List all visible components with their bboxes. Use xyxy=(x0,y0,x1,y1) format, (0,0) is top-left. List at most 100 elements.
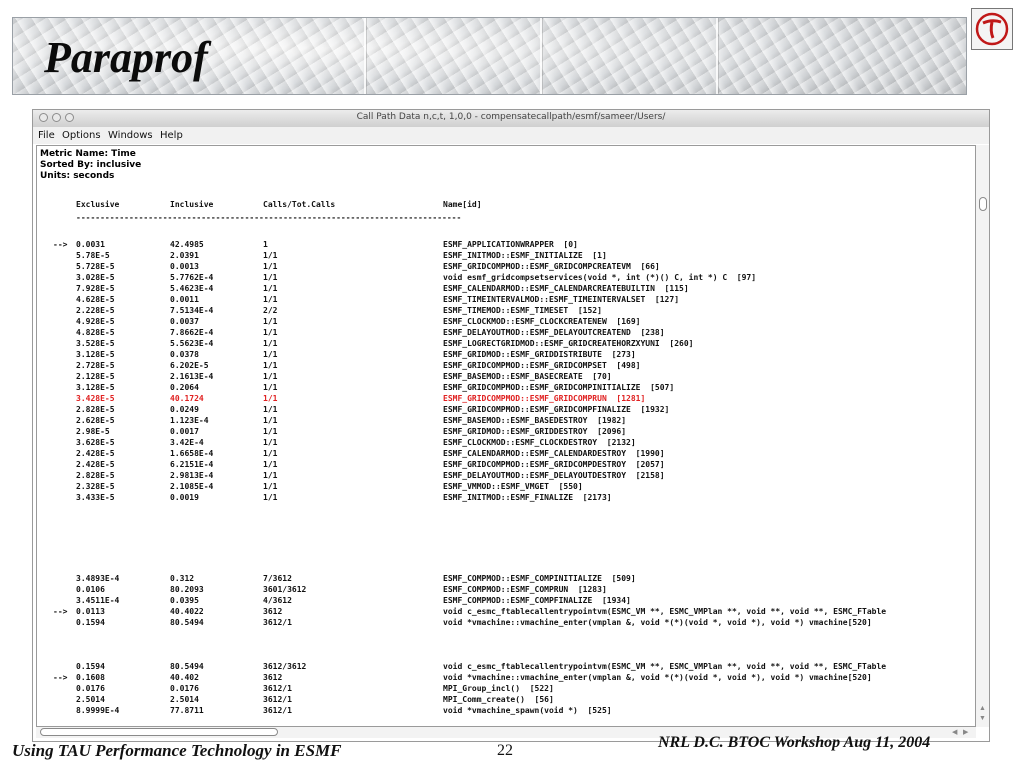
calls-cell: 1/1 xyxy=(263,273,278,282)
exclusive-cell: 0.0031 xyxy=(76,240,105,249)
inclusive-cell: 5.5623E-4 xyxy=(170,339,214,348)
inclusive-cell: 6.202E-5 xyxy=(170,361,209,370)
exclusive-cell: 2.328E-5 xyxy=(76,482,115,491)
exclusive-cell: 0.0176 xyxy=(76,684,105,693)
inclusive-cell: 2.1085E-4 xyxy=(170,482,214,491)
table-row[interactable]: 0.0106 80.2093 3601/3612 ESMF_COMPMOD::ESMF… xyxy=(37,584,973,595)
calls-cell: 1/1 xyxy=(263,383,278,392)
table-row[interactable]: 2.128E-5 2.1613E-4 1/1 ESMF_BASEMOD::ESMF_B… xyxy=(37,371,973,382)
table-row[interactable]: 8.9999E-4 77.8711 3612/1 void *vmachine_spa… xyxy=(37,705,973,716)
exclusive-cell: 4.628E-5 xyxy=(76,295,115,304)
inclusive-cell: 1.6658E-4 xyxy=(170,449,214,458)
calls-cell: 1/1 xyxy=(263,394,278,403)
table-row[interactable]: 0.1594 80.5494 3612/3612 void c_esmc_ftable… xyxy=(37,661,973,672)
table-row[interactable]: 3.128E-5 0.0378 1/1 ESMF_GRIDMOD::ESMF_GRID… xyxy=(37,349,973,360)
menu-options[interactable]: Options xyxy=(62,130,101,141)
inclusive-cell: 7.8662E-4 xyxy=(170,328,214,337)
exclusive-cell: 5.78E-5 xyxy=(76,251,110,260)
calls-cell: 3612/3612 xyxy=(263,662,307,671)
inclusive-cell: 80.2093 xyxy=(170,585,204,594)
calls-cell: 1/1 xyxy=(263,449,278,458)
banner-seam xyxy=(364,18,366,94)
table-row[interactable]: 3.4893E-4 0.312 7/3612 ESMF_COMPMOD::ESMF_C… xyxy=(37,573,973,584)
vertical-scroll-thumb[interactable] xyxy=(979,197,987,211)
name-cell: ESMF_INITMOD::ESMF_FINALIZE [2173] xyxy=(443,493,612,502)
table-row[interactable]: 3.628E-5 3.42E-4 1/1 ESMF_CLOCKMOD::ESMF_CL… xyxy=(37,437,973,448)
table-row[interactable]: 5.728E-5 0.0013 1/1 ESMF_GRIDCOMPMOD::ESMF_… xyxy=(37,261,973,272)
table-row[interactable]: --> 0.1608 40.402 3612 void *vmachine::vmach… xyxy=(37,672,973,683)
name-cell: void c_esmc_ftablecallentrypointvm(ESMC_… xyxy=(443,607,887,616)
scroll-right-icon[interactable]: ▶ xyxy=(963,728,968,736)
menu-help[interactable]: Help xyxy=(160,130,183,141)
name-cell: ESMF_DELAYOUTMOD::ESMF_DELAYOUTDESTROY [… xyxy=(443,471,665,480)
inclusive-cell: 0.0019 xyxy=(170,493,199,502)
exclusive-cell: 3.4511E-4 xyxy=(76,596,120,605)
table-row[interactable]: 2.628E-5 1.123E-4 1/1 ESMF_BASEMOD::ESMF_BA… xyxy=(37,415,973,426)
table-row[interactable]: 3.433E-5 0.0019 1/1 ESMF_INITMOD::ESMF_FINA… xyxy=(37,492,973,503)
header-calls: Calls/Tot.Calls xyxy=(263,200,336,209)
footer-right-text: NRL D.C. BTOC Workshop Aug 11, 2004 xyxy=(658,734,931,751)
table-row[interactable]: 0.1594 80.5494 3612/1 void *vmachine::vmach… xyxy=(37,617,973,628)
inclusive-cell: 0.0011 xyxy=(170,295,199,304)
table-row[interactable]: 2.5014 2.5014 3612/1 MPI_Comm_create() [56] xyxy=(37,694,973,705)
vertical-scrollbar[interactable]: ▲ ▼ xyxy=(976,145,989,727)
inclusive-cell: 0.0395 xyxy=(170,596,199,605)
table-row[interactable]: 2.328E-5 2.1085E-4 1/1 ESMF_VMMOD::ESMF_VMG… xyxy=(37,481,973,492)
header-inclusive: Inclusive xyxy=(170,200,214,209)
table-header-row: Exclusive Inclusive Calls/Tot.Calls Name… xyxy=(37,199,973,210)
table-row[interactable]: 7.928E-5 5.4623E-4 1/1 ESMF_CALENDARMOD::ES… xyxy=(37,283,973,294)
menu-file[interactable]: File xyxy=(38,130,55,141)
name-cell: void *vmachine_spawn(void *) [525] xyxy=(443,706,612,715)
exclusive-cell: 3.128E-5 xyxy=(76,350,115,359)
exclusive-cell: 8.9999E-4 xyxy=(76,706,120,715)
scroll-down-icon[interactable]: ▼ xyxy=(979,715,986,722)
inclusive-cell: 40.402 xyxy=(170,673,199,682)
call-path-text-panel[interactable]: Metric Name: Time Sorted By: inclusive U… xyxy=(36,145,976,727)
table-row[interactable]: 2.828E-5 2.9813E-4 1/1 ESMF_DELAYOUTMOD::ES… xyxy=(37,470,973,481)
banner-seam xyxy=(540,18,542,94)
table-row[interactable]: 3.528E-5 5.5623E-4 1/1 ESMF_LOGRECTGRIDMOD:… xyxy=(37,338,973,349)
exclusive-cell: 0.1594 xyxy=(76,618,105,627)
calls-cell: 1/1 xyxy=(263,493,278,502)
table-row[interactable]: --> 0.0031 42.4985 1 ESMF_APPLICATIONWRAPPER… xyxy=(37,239,973,250)
calls-cell: 1/1 xyxy=(263,262,278,271)
table-row[interactable]: 4.628E-5 0.0011 1/1 ESMF_TIMEINTERVALMOD::E… xyxy=(37,294,973,305)
table-row[interactable]: 4.828E-5 7.8662E-4 1/1 ESMF_DELAYOUTMOD::ES… xyxy=(37,327,973,338)
table-row[interactable]: 2.728E-5 6.202E-5 1/1 ESMF_GRIDCOMPMOD::ESM… xyxy=(37,360,973,371)
scroll-left-icon[interactable]: ◀ xyxy=(952,728,957,736)
exclusive-cell: 0.0113 xyxy=(76,607,105,616)
calls-cell: 1/1 xyxy=(263,438,278,447)
table-row[interactable]: 2.228E-5 7.5134E-4 2/2 ESMF_TIMEMOD::ESMF_T… xyxy=(37,305,973,316)
name-cell: ESMF_VMMOD::ESMF_VMGET [550] xyxy=(443,482,583,491)
table-row[interactable]: 2.428E-5 6.2151E-4 1/1 ESMF_GRIDCOMPMOD::ES… xyxy=(37,459,973,470)
table-row[interactable]: 3.128E-5 0.2064 1/1 ESMF_GRIDCOMPMOD::ESMF_… xyxy=(37,382,973,393)
table-row[interactable]: 2.98E-5 0.0017 1/1 ESMF_GRIDMOD::ESMF_GRIDD… xyxy=(37,426,973,437)
table-row[interactable]: 3.4511E-4 0.0395 4/3612 ESMF_COMPMOD::ESMF_… xyxy=(37,595,973,606)
name-cell: ESMF_COMPMOD::ESMF_COMPRUN [1283] xyxy=(443,585,607,594)
exclusive-cell: 4.928E-5 xyxy=(76,317,115,326)
horizontal-scroll-thumb[interactable] xyxy=(40,728,278,736)
table-row[interactable]: 3.428E-5 40.1724 1/1 ESMF_GRIDCOMPMOD::ESMF… xyxy=(37,393,973,404)
table-row[interactable]: 5.78E-5 2.0391 1/1 ESMF_INITMOD::ESMF_INITI… xyxy=(37,250,973,261)
inclusive-cell: 80.5494 xyxy=(170,618,204,627)
table-row[interactable]: 2.428E-5 1.6658E-4 1/1 ESMF_CALENDARMOD::ES… xyxy=(37,448,973,459)
table-row[interactable]: 0.0176 0.0176 3612/1 MPI_Group_incl() [522] xyxy=(37,683,973,694)
exclusive-cell: 2.428E-5 xyxy=(76,460,115,469)
calls-cell: 3612 xyxy=(263,607,283,616)
inclusive-cell: 2.0391 xyxy=(170,251,199,260)
scroll-up-icon[interactable]: ▲ xyxy=(979,705,986,712)
name-cell: ESMF_CALENDARMOD::ESMF_CALENDARCREATEBUI… xyxy=(443,284,689,293)
table-row[interactable]: --> 0.0113 40.4022 3612 void c_esmc_ftableca… xyxy=(37,606,973,617)
table-row[interactable]: 3.028E-5 5.7762E-4 1/1 void esmf_gridcompse… xyxy=(37,272,973,283)
metric-name-label: Metric Name: Time xyxy=(40,149,136,159)
footer-left-text: Using TAU Performance Technology in ESMF xyxy=(12,741,342,760)
name-cell: ESMF_GRIDCOMPMOD::ESMF_GRIDCOMPCREATEVM … xyxy=(443,262,660,271)
inclusive-cell: 0.0037 xyxy=(170,317,199,326)
window-titlebar[interactable]: Call Path Data n,c,t, 1,0,0 - compensate… xyxy=(33,110,989,128)
exclusive-cell: 0.0106 xyxy=(76,585,105,594)
name-cell: ESMF_COMPMOD::ESMF_COMPFINALIZE [1934] xyxy=(443,596,631,605)
menu-windows[interactable]: Windows xyxy=(108,130,153,141)
table-row[interactable]: 2.828E-5 0.0249 1/1 ESMF_GRIDCOMPMOD::ESMF_… xyxy=(37,404,973,415)
table-row[interactable]: 4.928E-5 0.0037 1/1 ESMF_CLOCKMOD::ESMF_CLO… xyxy=(37,316,973,327)
exclusive-cell: 2.828E-5 xyxy=(76,405,115,414)
